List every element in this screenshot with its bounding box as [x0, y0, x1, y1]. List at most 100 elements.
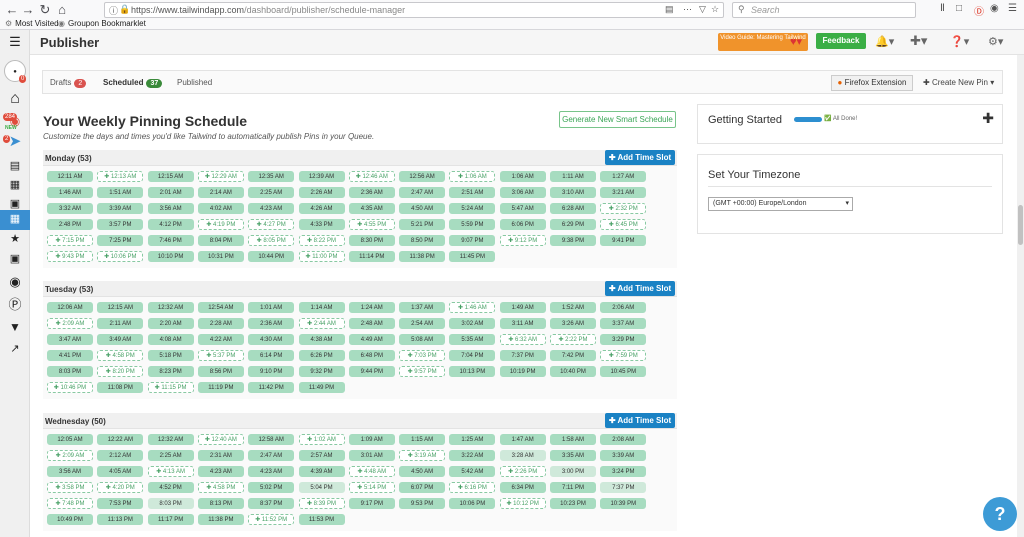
time-slot[interactable]: 12:35 AM: [248, 171, 295, 182]
time-slot[interactable]: 1:24 AM: [348, 302, 395, 313]
time-slot[interactable]: 11:14 PM: [348, 251, 395, 262]
time-slot[interactable]: 1:37 AM: [399, 302, 446, 313]
time-slot[interactable]: 2:48 PM: [47, 219, 93, 230]
time-slot[interactable]: 11:19 PM: [197, 382, 244, 393]
time-slot[interactable]: 5:18 PM: [147, 350, 194, 361]
time-slot[interactable]: 2:25 AM: [248, 187, 295, 198]
empty-time-slot[interactable]: ✚ 9:43 PM: [47, 251, 93, 262]
time-slot[interactable]: 3:21 AM: [600, 187, 647, 198]
time-slot[interactable]: 3:47 AM: [47, 334, 93, 345]
time-slot[interactable]: 6:14 PM: [248, 350, 295, 361]
time-slot[interactable]: 10:06 PM: [449, 498, 496, 509]
time-slot[interactable]: 3:37 AM: [600, 318, 647, 329]
empty-time-slot[interactable]: ✚ 4:19 PM: [197, 219, 244, 230]
time-slot[interactable]: 5:35 AM: [449, 334, 496, 345]
time-slot[interactable]: 7:25 PM: [97, 235, 144, 246]
time-slot[interactable]: 9:41 PM: [600, 235, 647, 246]
time-slot[interactable]: 4:50 AM: [399, 466, 446, 477]
empty-time-slot[interactable]: ✚ 4:58 PM: [197, 482, 244, 493]
time-slot[interactable]: 11:45 PM: [449, 251, 496, 262]
time-slot[interactable]: 4:02 AM: [197, 203, 244, 214]
time-slot[interactable]: 11:42 PM: [248, 382, 295, 393]
pocket-icon[interactable]: ▽: [699, 4, 706, 15]
time-slot[interactable]: 1:51 AM: [97, 187, 144, 198]
time-slot[interactable]: 2:08 AM: [600, 434, 647, 445]
time-slot[interactable]: 1:11 AM: [550, 171, 596, 182]
sidebar-toggle-icon[interactable]: □: [956, 3, 962, 14]
time-slot[interactable]: 4:35 AM: [348, 203, 395, 214]
empty-time-slot[interactable]: ✚ 11:00 PM: [298, 251, 345, 262]
library-icon[interactable]: Ⅱ: [940, 3, 945, 14]
queue-icon[interactable]: ▦: [4, 176, 26, 194]
time-slot[interactable]: 1:27 AM: [600, 171, 647, 182]
time-slot[interactable]: 5:02 PM: [248, 482, 295, 493]
add-time-slot-button[interactable]: ✚ Add Time Slot: [605, 413, 675, 428]
time-slot[interactable]: 3:56 AM: [47, 466, 93, 477]
time-slot[interactable]: 4:23 AM: [248, 466, 295, 477]
time-slot[interactable]: 8:03 PM: [47, 366, 93, 377]
time-slot[interactable]: 1:25 AM: [449, 434, 496, 445]
time-slot[interactable]: 4:08 AM: [147, 334, 194, 345]
time-slot[interactable]: 9:32 PM: [298, 366, 345, 377]
empty-time-slot[interactable]: ✚ 6:45 PM: [600, 219, 647, 230]
time-slot[interactable]: 7:04 PM: [449, 350, 496, 361]
time-slot[interactable]: 1:46 AM: [47, 187, 93, 198]
time-slot[interactable]: 2:01 AM: [147, 187, 194, 198]
time-slot[interactable]: 4:30 AM: [248, 334, 295, 345]
empty-time-slot[interactable]: ✚ 4:20 PM: [97, 482, 144, 493]
time-slot[interactable]: 1:49 AM: [499, 302, 546, 313]
time-slot[interactable]: 8:23 PM: [147, 366, 194, 377]
time-slot[interactable]: 10:13 PM: [449, 366, 496, 377]
empty-time-slot[interactable]: ✚ 7:15 PM: [47, 235, 93, 246]
empty-time-slot[interactable]: ✚ 8:22 PM: [298, 235, 345, 246]
time-slot[interactable]: 1:52 AM: [550, 302, 596, 313]
time-slot[interactable]: 5:21 PM: [399, 219, 446, 230]
time-slot[interactable]: 12:54 AM: [197, 302, 244, 313]
empty-time-slot[interactable]: ✚ 4:13 AM: [147, 466, 194, 477]
menu-icon[interactable]: ☰: [1008, 3, 1017, 14]
empty-time-slot[interactable]: ✚ 2:09 AM: [47, 318, 93, 329]
time-slot[interactable]: 11:08 PM: [97, 382, 144, 393]
time-slot[interactable]: 2:26 AM: [298, 187, 345, 198]
add-time-slot-button[interactable]: ✚ Add Time Slot: [605, 281, 675, 296]
time-slot[interactable]: 4:26 AM: [298, 203, 345, 214]
time-slot[interactable]: 3:01 AM: [348, 450, 395, 461]
time-slot[interactable]: 4:05 AM: [97, 466, 144, 477]
time-slot[interactable]: 12:15 AM: [147, 171, 194, 182]
time-slot[interactable]: 8:37 PM: [248, 498, 295, 509]
empty-time-slot[interactable]: ✚ 4:48 AM: [348, 466, 395, 477]
search-input[interactable]: ⚲ Search: [732, 2, 916, 18]
time-slot[interactable]: 5:47 AM: [499, 203, 546, 214]
empty-time-slot[interactable]: ✚ 12:13 AM: [97, 171, 144, 182]
time-slot[interactable]: 7:37 PM: [499, 350, 546, 361]
page-scrollbar[interactable]: [1017, 55, 1024, 537]
time-slot[interactable]: 3:39 AM: [600, 450, 647, 461]
time-slot[interactable]: 12:32 AM: [147, 302, 194, 313]
empty-time-slot[interactable]: ✚ 7:59 PM: [600, 350, 647, 361]
empty-time-slot[interactable]: ✚ 12:29 AM: [197, 171, 244, 182]
time-slot[interactable]: 3:11 AM: [499, 318, 546, 329]
create-new-pin-button[interactable]: ✚ Create New Pin ▾: [923, 78, 994, 87]
time-slot[interactable]: 11:13 PM: [97, 514, 144, 525]
time-slot[interactable]: 2:28 AM: [197, 318, 244, 329]
time-slot[interactable]: 3:32 AM: [47, 203, 93, 214]
time-slot[interactable]: 2:11 AM: [97, 318, 144, 329]
empty-time-slot[interactable]: ✚ 3:58 PM: [47, 482, 93, 493]
time-slot[interactable]: 2:36 AM: [248, 318, 295, 329]
time-slot[interactable]: 10:45 PM: [600, 366, 647, 377]
time-slot[interactable]: 2:20 AM: [147, 318, 194, 329]
empty-time-slot[interactable]: ✚ 10:06 PM: [97, 251, 144, 262]
reader-icon[interactable]: ▤: [665, 4, 674, 15]
help-bubble-button[interactable]: ?: [983, 497, 1017, 531]
time-slot[interactable]: 5:08 AM: [399, 334, 446, 345]
time-slot[interactable]: 12:22 AM: [97, 434, 144, 445]
empty-time-slot[interactable]: ✚ 2:22 PM: [550, 334, 596, 345]
extension-icon[interactable]: ◉: [990, 3, 999, 14]
time-slot[interactable]: 1:09 AM: [348, 434, 395, 445]
pinterest-icon[interactable]: Ⓟ: [4, 296, 26, 314]
time-slot[interactable]: 4:33 PM: [298, 219, 345, 230]
time-slot[interactable]: 1:58 AM: [550, 434, 596, 445]
time-slot[interactable]: 4:41 PM: [47, 350, 93, 361]
time-slot[interactable]: 4:50 AM: [399, 203, 446, 214]
time-slot[interactable]: 1:06 AM: [499, 171, 546, 182]
